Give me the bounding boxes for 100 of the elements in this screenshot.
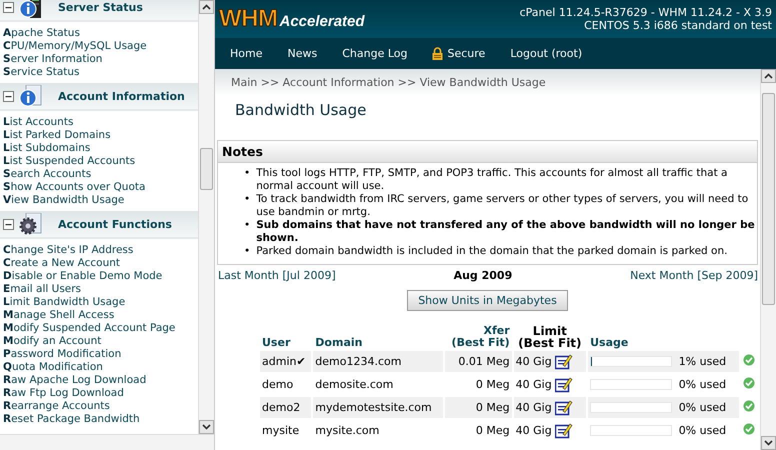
version-text: cPanel 11.24.5-R37629 - WHM 11.24.2 - X 3.9 — [520, 6, 772, 19]
note-text: To track bandwidth from IRC servers, game servers or other types of servers, you will need to use bandmin or mrtg. — [256, 193, 750, 219]
user-cell-text: mysite — [261, 423, 300, 439]
sidebar-link[interactable]: Manage Shell Access — [3, 309, 198, 322]
horizontal-scrollbar[interactable] — [0, 434, 214, 450]
column-header-link[interactable]: User — [260, 325, 312, 349]
sidebar-link[interactable]: Rearrange Accounts — [3, 400, 198, 413]
section-title: Server Status — [58, 0, 143, 14]
note-text: Sub domains that have not transfered any of the above bandwidth will no longer be shown. — [256, 219, 755, 245]
domain-cell: demo1234.com — [313, 351, 443, 372]
xfer-cell-text: 0 Meg — [474, 423, 511, 439]
status-ok-icon — [742, 377, 755, 389]
sidebar-link[interactable]: Disable or Enable Demo Mode — [3, 270, 198, 283]
breadcrumb: Main >> Account Information >> View Bandwidth Usage — [215, 69, 760, 96]
notes-title: Notes — [218, 141, 757, 163]
scroll-down-icon[interactable] — [202, 424, 211, 430]
sidebar-link[interactable]: Password Modification — [3, 348, 198, 361]
scroll-up-icon[interactable] — [202, 4, 211, 10]
limit-text: 40 Gig — [516, 401, 552, 414]
sidebar-link[interactable]: Modify an Account — [3, 335, 198, 348]
limit-text: 40 Gig — [516, 355, 552, 368]
column-header-link[interactable]: Domain — [313, 325, 443, 349]
sidebar-link[interactable]: Create a New Account — [3, 257, 198, 270]
scrollbar[interactable] — [760, 69, 776, 450]
nav-link[interactable]: Change Log — [342, 47, 408, 60]
nav-link[interactable]: Home — [230, 47, 262, 60]
bullet: • — [244, 219, 250, 233]
nav-link[interactable]: Secure — [432, 47, 486, 60]
sidebar-link[interactable]: Limit Bandwidth Usage — [3, 296, 198, 309]
section-header[interactable]: Account Information — [0, 83, 198, 111]
column-header: Limit (Best Fit) — [517, 325, 583, 349]
sidebar-link[interactable]: Reset Package Bandwidth — [3, 413, 198, 426]
sidebar-link[interactable]: Email all Users — [3, 283, 198, 296]
sidebar-link[interactable]: Server Information — [3, 53, 198, 66]
bullet: • — [244, 245, 250, 258]
sidebar-link[interactable]: View Bandwidth Usage — [3, 194, 198, 207]
bullet: • — [244, 193, 250, 207]
sidebar-link[interactable]: Quota Modification — [3, 361, 198, 374]
sidebar-link[interactable]: Search Accounts — [3, 168, 198, 181]
section-header[interactable]: Server Status — [0, 0, 198, 22]
nav-link[interactable]: News — [287, 47, 318, 60]
document-info-icon — [18, 85, 44, 107]
edit-icon[interactable] — [554, 353, 573, 370]
edit-icon[interactable] — [554, 376, 573, 393]
sidebar-link[interactable]: Change Site's IP Address — [3, 244, 198, 257]
xfer-cell: 0.01 Meg — [444, 351, 512, 372]
column-header-link[interactable]: Usage — [588, 325, 739, 349]
scrollbar[interactable] — [198, 0, 214, 434]
sidebar-link[interactable]: Apache Status — [3, 27, 198, 40]
sidebar-link[interactable]: CPU/Memory/MySQL Usage — [3, 40, 198, 53]
user-cell: demo2 — [260, 397, 312, 418]
sidebar-link[interactable]: List Subdomains — [3, 142, 198, 155]
sidebar-link[interactable]: Raw Ftp Log Download — [3, 387, 198, 400]
domain-cell: mydemotestsite.com — [313, 397, 443, 418]
user-cell-text: demo — [261, 377, 294, 393]
logo-subtitle: Accelerated — [279, 13, 365, 30]
domain-cell-text: mysite.com — [314, 423, 380, 439]
section-title: Account Information — [58, 90, 185, 102]
gear-document-icon — [18, 213, 44, 235]
usage-text: 0% used — [678, 401, 726, 414]
nav-link[interactable]: Logout (root) — [510, 47, 582, 60]
limit-text: 40 Gig — [516, 424, 552, 437]
status-ok-icon — [742, 400, 755, 412]
xfer-cell: 0 Meg — [444, 397, 512, 418]
edit-icon[interactable] — [554, 422, 573, 439]
usage-text: 0% used — [678, 378, 726, 391]
section-title: Account Functions — [58, 218, 172, 230]
limit-text: 40 Gig — [516, 378, 552, 391]
sidebar-link[interactable]: List Suspended Accounts — [3, 155, 198, 168]
bullet: • — [244, 167, 250, 181]
usage-text: 1% used — [678, 355, 726, 368]
collapse-icon[interactable] — [3, 218, 14, 230]
system-text: CENTOS 5.3 i686 standard on test — [584, 19, 772, 32]
status-ok-icon — [742, 423, 755, 435]
sidebar-link[interactable]: List Parked Domains — [3, 129, 198, 142]
scroll-down-icon[interactable] — [764, 440, 773, 446]
sidebar-link[interactable]: Raw Apache Log Download — [3, 374, 198, 387]
scroll-up-icon[interactable] — [764, 73, 773, 79]
column-header-link[interactable]: Xfer (Best Fit) — [444, 325, 512, 349]
current-month: Aug 2009 — [454, 269, 512, 282]
section-header[interactable]: Account Functions — [0, 211, 198, 239]
server-info-icon — [18, 0, 44, 18]
collapse-icon[interactable] — [3, 90, 14, 102]
domain-cell-text: demosite.com — [314, 377, 394, 393]
edit-icon[interactable] — [554, 399, 573, 416]
user-cell: admin✔ — [260, 351, 312, 372]
logo-text: WHM — [219, 5, 278, 33]
sidebar-link[interactable]: Modify Suspended Account Page — [3, 322, 198, 335]
sidebar-link[interactable]: Service Status — [3, 66, 198, 79]
next-month-link[interactable]: Next Month [Sep 2009] — [630, 269, 758, 282]
sidebar-link[interactable]: Show Accounts over Quota — [3, 181, 198, 194]
sidebar-link[interactable]: List Accounts — [3, 116, 198, 129]
lock-icon — [432, 47, 444, 60]
scroll-thumb[interactable] — [200, 148, 213, 190]
units-button[interactable]: Show Units in Megabytes — [407, 290, 568, 311]
xfer-cell-text: 0 Meg — [474, 377, 511, 393]
previous-month-link[interactable]: Last Month [Jul 2009] — [218, 269, 336, 282]
collapse-icon[interactable] — [3, 2, 14, 12]
status-ok-icon — [742, 354, 755, 366]
scroll-thumb[interactable] — [762, 93, 775, 305]
